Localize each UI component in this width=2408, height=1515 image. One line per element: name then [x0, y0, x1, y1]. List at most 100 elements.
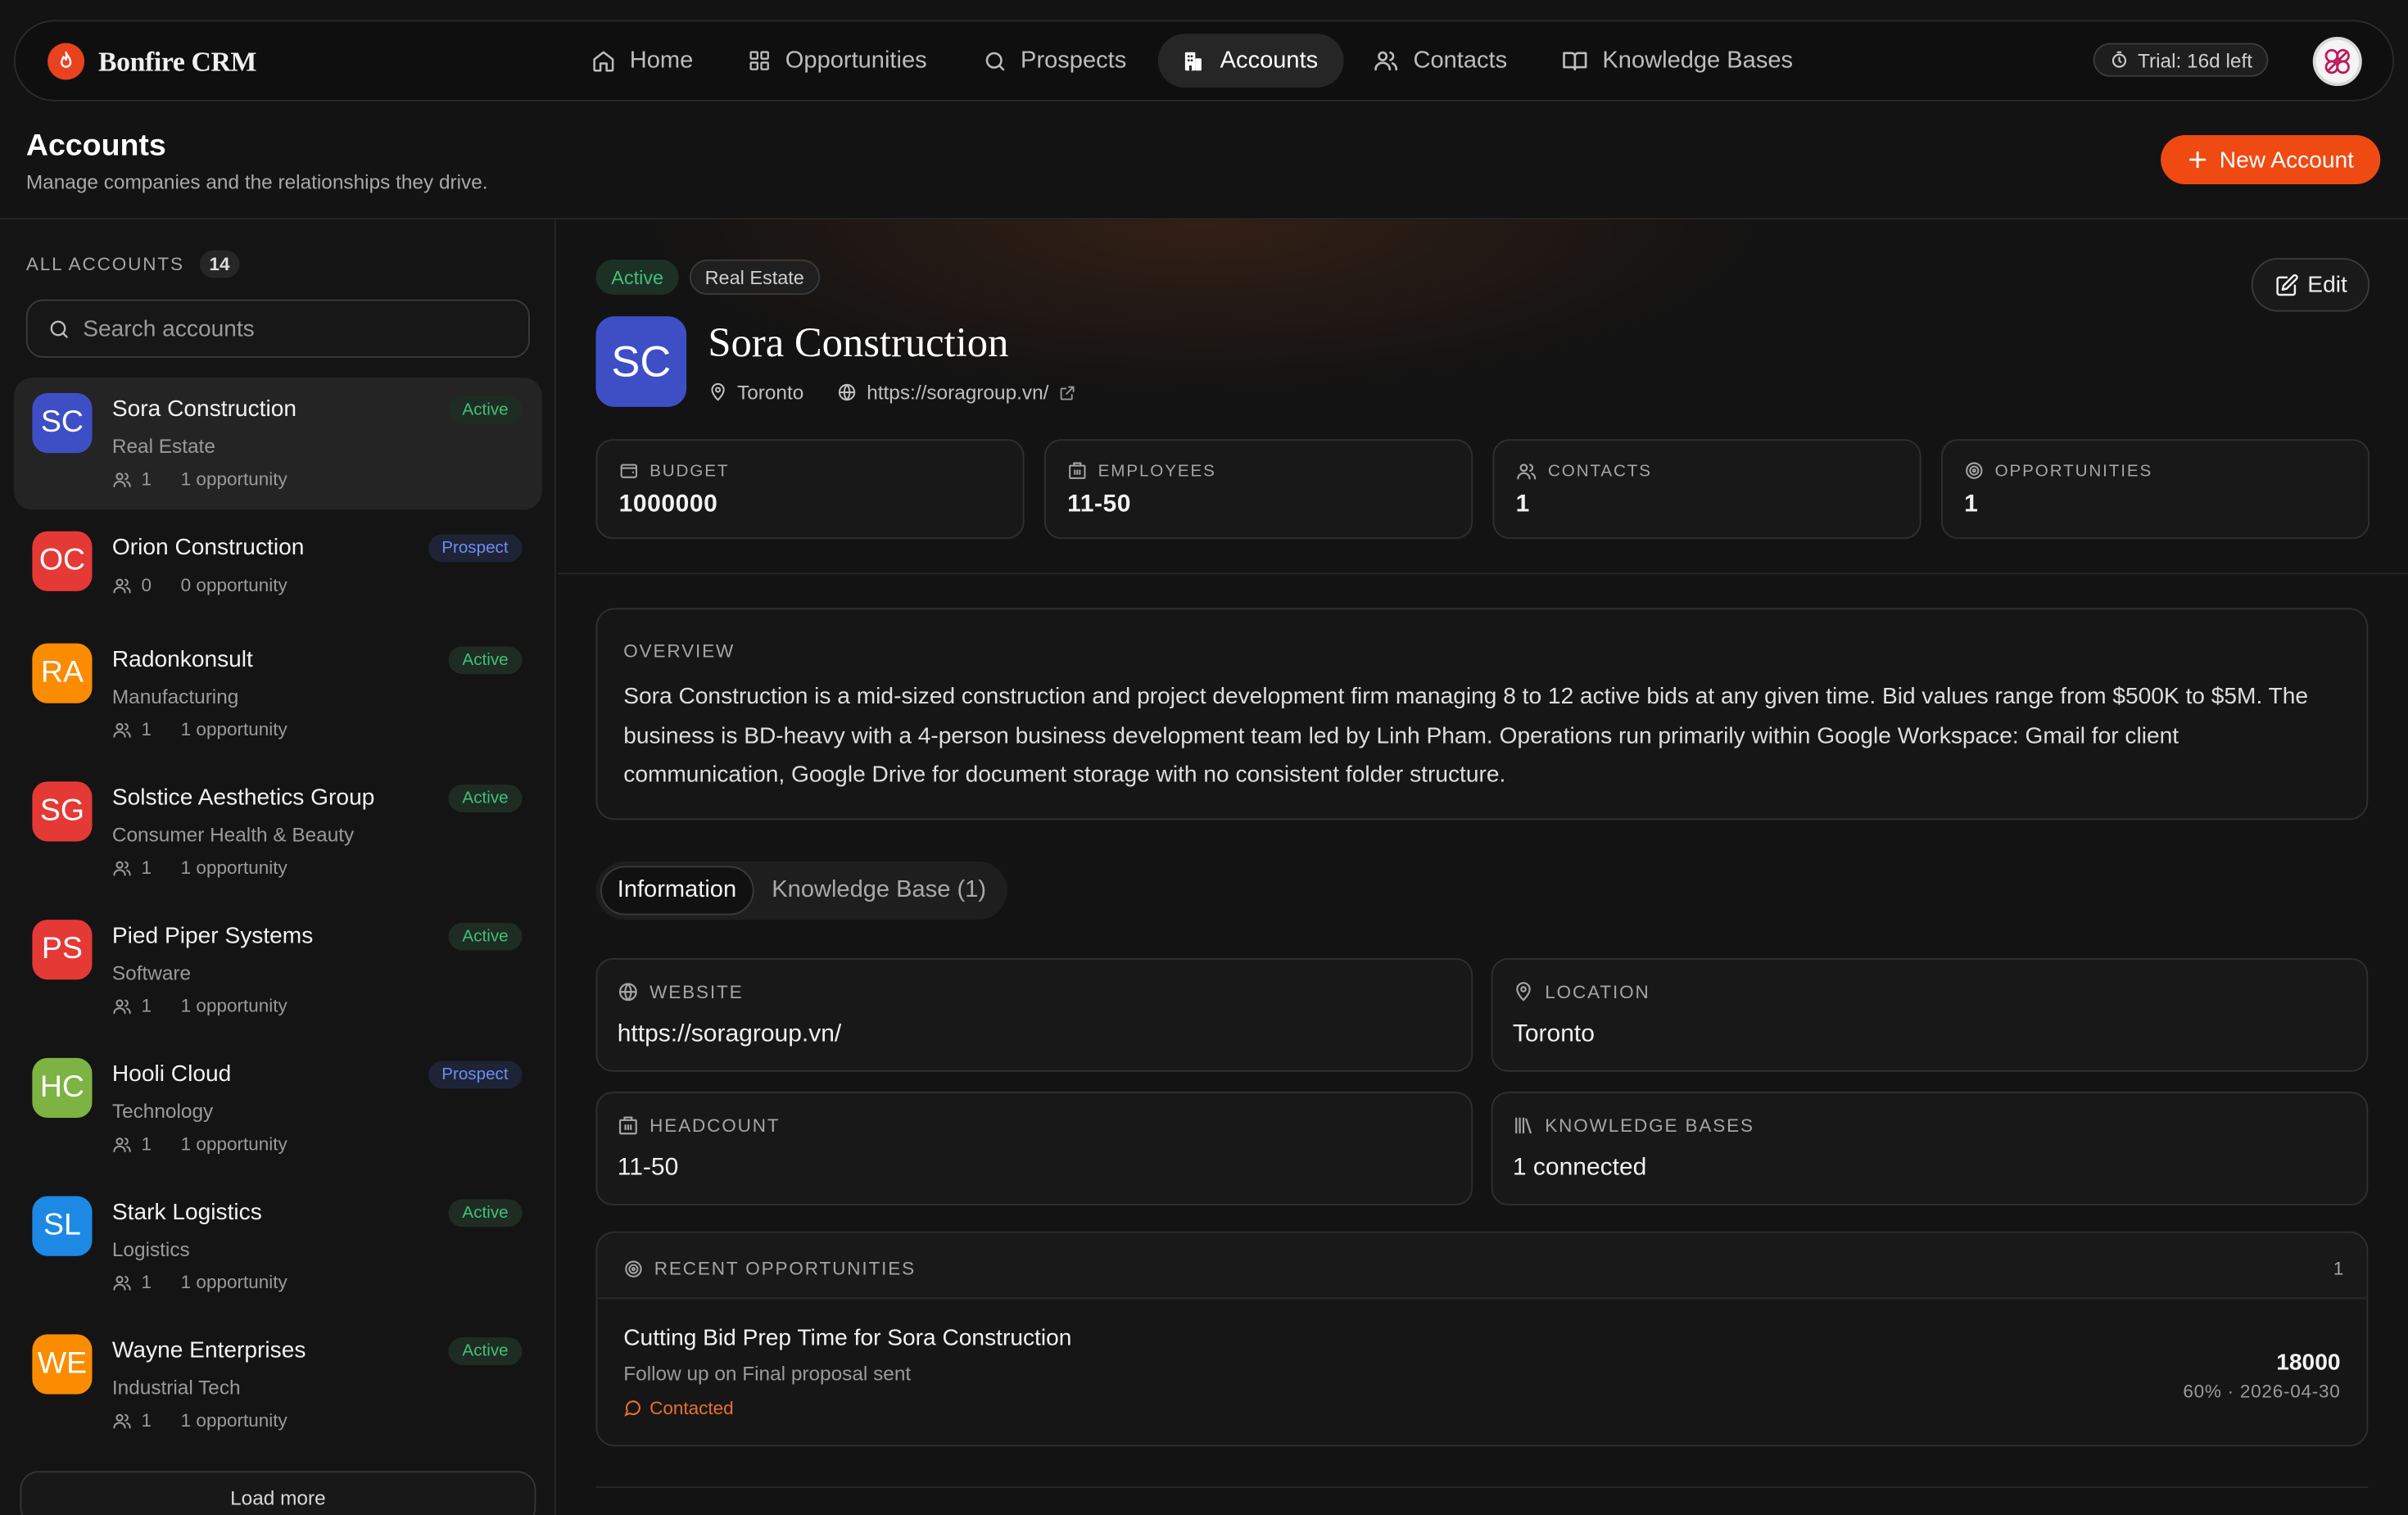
nav-knowledge-bases[interactable]: Knowledge Bases — [1540, 34, 1819, 88]
nav-contacts-label: Contacts — [1413, 47, 1508, 74]
info-value: 11-50 — [617, 1155, 679, 1181]
wallet-icon — [619, 461, 639, 481]
info-label: KNOWLEDGE BASES — [1545, 1115, 1754, 1137]
home-icon — [591, 48, 616, 73]
detail-divider — [557, 572, 2408, 575]
new-account-button[interactable]: New Account — [2161, 135, 2381, 184]
flame-icon — [48, 43, 85, 80]
opportunity-amount: 18000 — [2276, 1350, 2341, 1376]
stat-value: 1 — [1515, 491, 1530, 518]
edit-button[interactable]: Edit — [2251, 258, 2370, 312]
stat-value: 11-50 — [1067, 491, 1132, 518]
map-pin-icon — [708, 382, 727, 402]
account-item-orion-construction[interactable]: OC Orion Construction 0 0 opportunity Pr… — [14, 516, 542, 628]
recent-label: RECENT OPPORTUNITIES — [654, 1257, 916, 1279]
status-badge: Active — [448, 1337, 523, 1365]
load-more-button[interactable]: Load more — [20, 1471, 536, 1515]
nav-opportunities-label: Opportunities — [785, 47, 927, 74]
user-avatar[interactable] — [2312, 37, 2362, 86]
users-icon — [112, 719, 132, 739]
account-industry: Technology — [111, 1099, 214, 1123]
info-label-row: HEADCOUNT — [618, 1115, 781, 1137]
accounts-count-badge: 14 — [199, 250, 240, 278]
users-icon — [1516, 461, 1537, 482]
globe-icon — [618, 981, 639, 1002]
overview-label: OVERVIEW — [623, 640, 736, 663]
recent-opportunities-header: RECENT OPPORTUNITIES 1 — [597, 1232, 2367, 1300]
opportunity-title[interactable]: Cutting Bid Prep Time for Sora Construct… — [623, 1325, 1071, 1351]
search-icon — [48, 317, 70, 340]
status-badge: Active — [448, 1199, 523, 1228]
nav-prospects[interactable]: Prospects — [959, 34, 1152, 88]
account-item-radonkonsult[interactable]: RA Radonkonsult Manufacturing 1 1 opport… — [14, 628, 542, 767]
account-opportunities: 1 opportunity — [180, 1133, 287, 1155]
account-meta-row: Toronto https://soragroup.vn/ — [708, 381, 1076, 404]
brand[interactable]: Bonfire CRM — [48, 43, 256, 80]
account-opportunities: 1 opportunity — [180, 468, 287, 491]
account-industry: Real Estate — [111, 434, 215, 458]
search-accounts-input[interactable]: Search accounts — [25, 299, 530, 358]
website-link[interactable]: https://soragroup.vn/ — [618, 1021, 841, 1049]
bottom-divider — [595, 1486, 2369, 1488]
status-badge: Active — [448, 396, 523, 424]
account-avatar: SG — [32, 781, 93, 842]
account-contacts-count: 1 — [141, 1133, 152, 1155]
account-meta: 1 1 opportunity — [112, 1272, 287, 1293]
account-location: Toronto — [737, 381, 804, 405]
trial-badge[interactable]: Trial: 16d left — [2093, 43, 2268, 77]
top-navigation: Bonfire CRM Home Opportunities Prospects… — [13, 20, 2395, 102]
account-meta: 0 0 opportunity — [112, 574, 287, 596]
account-name: Stark Logistics — [111, 1199, 262, 1226]
nav-accounts[interactable]: Accounts — [1158, 34, 1345, 88]
building-icon — [618, 1115, 639, 1136]
info-label-row: WEBSITE — [618, 981, 744, 1002]
account-opportunities: 1 opportunity — [180, 995, 287, 1017]
book-icon — [1563, 47, 1589, 74]
main-nav: Home Opportunities Prospects Accounts Co… — [568, 34, 1819, 88]
status-badge: Prospect — [428, 534, 523, 563]
account-item-wayne-enterprises[interactable]: WE Wayne Enterprises Industrial Tech 1 1… — [14, 1319, 542, 1458]
category-badge: Real Estate — [689, 259, 820, 295]
account-item-pied-piper-systems[interactable]: PS Pied Piper Systems Software 1 1 oppor… — [14, 904, 542, 1042]
opportunity-meta: 60% · 2026-04-30 — [2183, 1380, 2341, 1402]
stat-employees: EMPLOYEES 11-50 — [1044, 439, 1473, 540]
target-icon — [623, 1259, 643, 1278]
account-industry: Software — [111, 961, 192, 984]
tab-knowledge-base[interactable]: Knowledge Base (1) — [757, 866, 1002, 916]
opportunity-status-label: Contacted — [650, 1397, 734, 1419]
account-avatar-large: SC — [595, 316, 687, 407]
grid-icon — [749, 49, 772, 72]
account-industry: Manufacturing — [111, 685, 239, 708]
account-avatar: OC — [32, 531, 93, 591]
nav-home[interactable]: Home — [568, 34, 719, 88]
recent-label-row: RECENT OPPORTUNITIES — [623, 1258, 916, 1279]
tab-information[interactable]: Information — [600, 866, 754, 916]
building-icon — [1067, 461, 1087, 481]
info-label-row: LOCATION — [1513, 981, 1650, 1002]
opportunity-subtitle: Follow up on Final proposal sent — [623, 1362, 912, 1386]
account-item-hooli-cloud[interactable]: HC Hooli Cloud Technology 1 1 opportunit… — [14, 1042, 542, 1181]
account-meta: 1 1 opportunity — [112, 857, 287, 879]
map-pin-icon — [1513, 981, 1534, 1002]
account-website-link[interactable]: https://soragroup.vn/ — [867, 381, 1048, 404]
stat-value: 1000000 — [618, 491, 718, 518]
stats-row: BUDGET 1000000 EMPLOYEES 11-50 CONTACTS … — [595, 439, 2370, 540]
account-avatar: WE — [32, 1334, 93, 1395]
account-item-sora-construction[interactable]: SC Sora Construction Real Estate 1 1 opp… — [13, 378, 542, 510]
external-link-icon[interactable] — [1058, 383, 1077, 402]
accounts-heading: ALL ACCOUNTS 14 — [26, 250, 240, 278]
account-name: Orion Construction — [111, 534, 305, 561]
new-account-label: New Account — [2219, 147, 2354, 173]
building-icon — [1182, 48, 1206, 73]
info-value: 1 connected — [1512, 1155, 1647, 1181]
avatar-pattern-icon — [2320, 44, 2354, 78]
account-item-stark-logistics[interactable]: SL Stark Logistics Logistics 1 1 opportu… — [14, 1181, 542, 1319]
nav-contacts[interactable]: Contacts — [1351, 34, 1533, 88]
nav-opportunities[interactable]: Opportunities — [726, 34, 953, 88]
stat-label: CONTACTS — [1548, 462, 1652, 481]
account-opportunities: 0 opportunity — [180, 574, 287, 596]
account-meta: 1 1 opportunity — [112, 995, 287, 1016]
account-item-solstice-aesthetics-group[interactable]: SG Solstice Aesthetics Group Consumer He… — [14, 767, 542, 905]
detail-tabs: Information Knowledge Base (1) — [595, 861, 1007, 920]
accounts-list: SC Sora Construction Real Estate 1 1 opp… — [13, 378, 542, 1458]
